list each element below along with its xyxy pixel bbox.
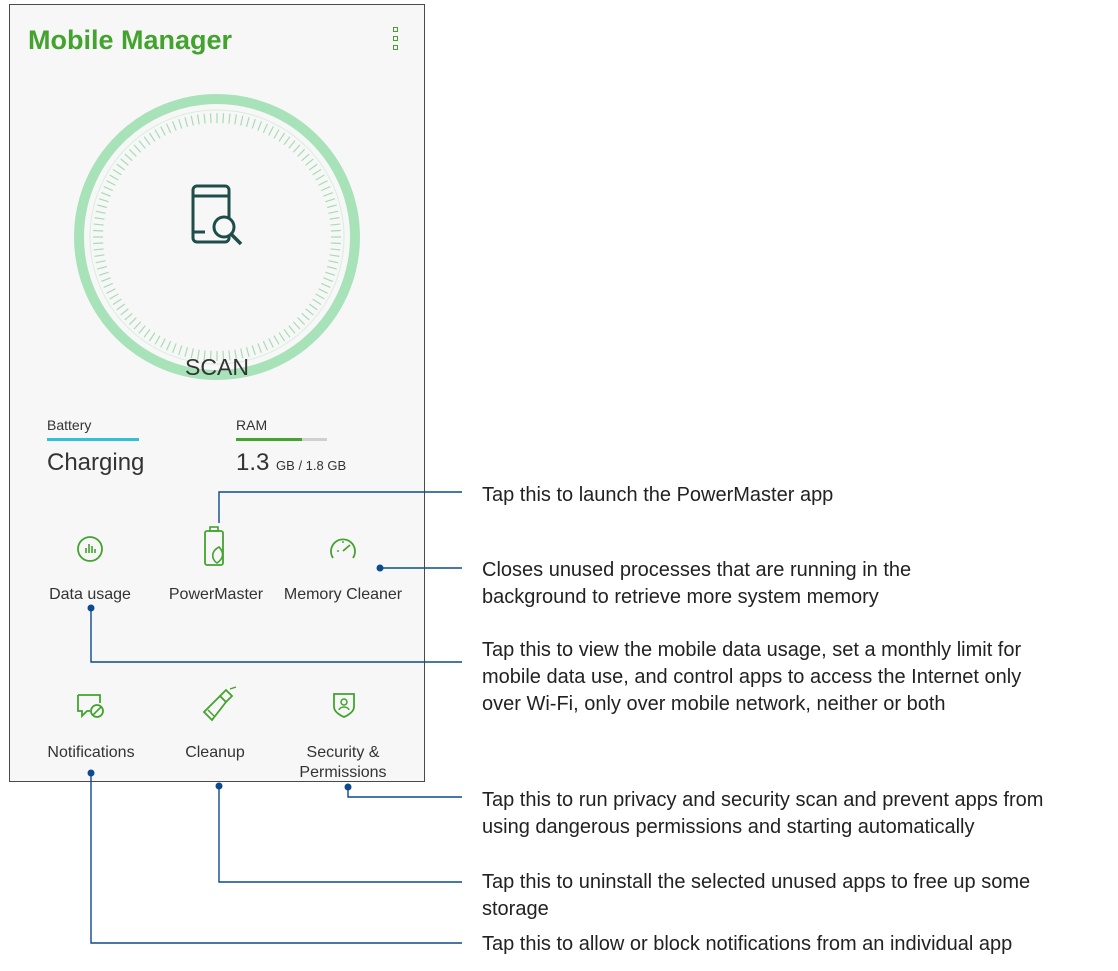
callout-memory-cleaner: Closes unused processes that are running… — [482, 559, 912, 608]
callout-security: Tap this to run privacy and security sca… — [482, 789, 1044, 838]
callout-data-usage: Tap this to view the mobile data usage, … — [482, 639, 1022, 715]
callout-notifications: Tap this to allow or block notifications… — [482, 933, 1013, 955]
callout-powermaster: Tap this to launch the PowerMaster app — [482, 484, 834, 506]
callout-cleanup: Tap this to uninstall the selected unuse… — [482, 871, 1031, 920]
